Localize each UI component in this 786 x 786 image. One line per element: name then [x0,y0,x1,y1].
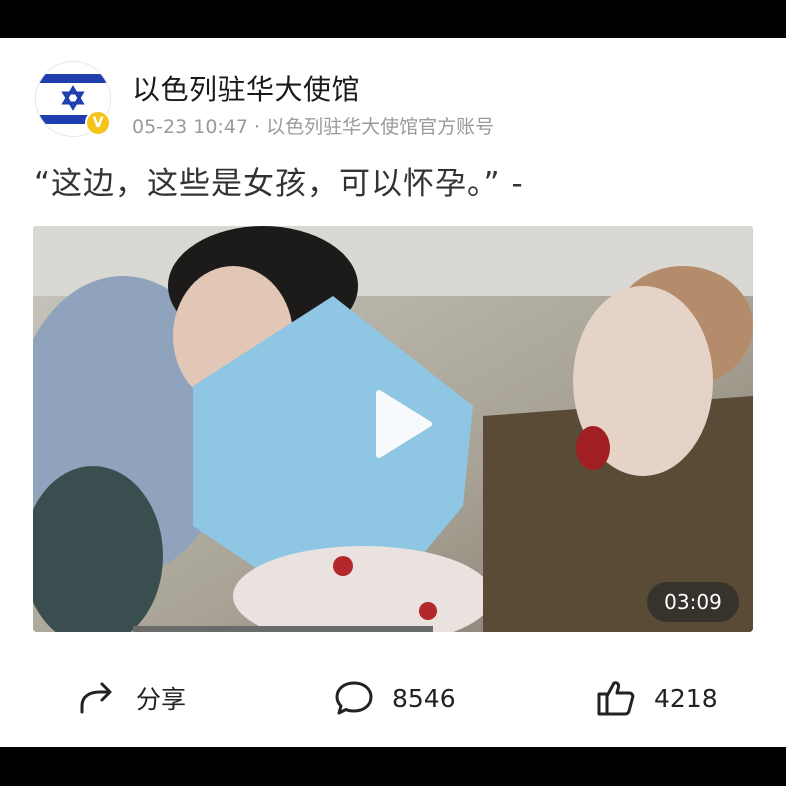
like-count: 4218 [654,683,718,713]
thumbs-up-icon [597,681,635,716]
post-meta: 05-23 10:47 · 以色列驻华大使馆官方账号 [132,116,495,138]
weibo-post-card: V 以色列驻华大使馆 05-23 10:47 · 以色列驻华大使馆官方账号 “这… [0,38,786,747]
play-icon[interactable] [373,389,433,459]
share-label: 分享 [136,685,187,714]
comment-count: 8546 [392,683,456,713]
post-text: “这边，这些是女孩，可以怀孕。” - [34,166,524,202]
verified-badge-icon: V [85,110,111,136]
video-player[interactable]: 03:09 [33,226,753,632]
like-button[interactable]: 4218 [596,668,718,728]
comment-button[interactable]: 8546 [334,668,456,728]
share-button[interactable]: 分享 [78,668,186,728]
comment-bubble-icon [335,681,373,715]
video-duration: 03:09 [647,582,739,622]
account-name[interactable]: 以色列驻华大使馆 [132,68,360,108]
action-bar: 分享 8546 4218 [0,668,786,728]
share-arrow-icon [80,682,112,714]
